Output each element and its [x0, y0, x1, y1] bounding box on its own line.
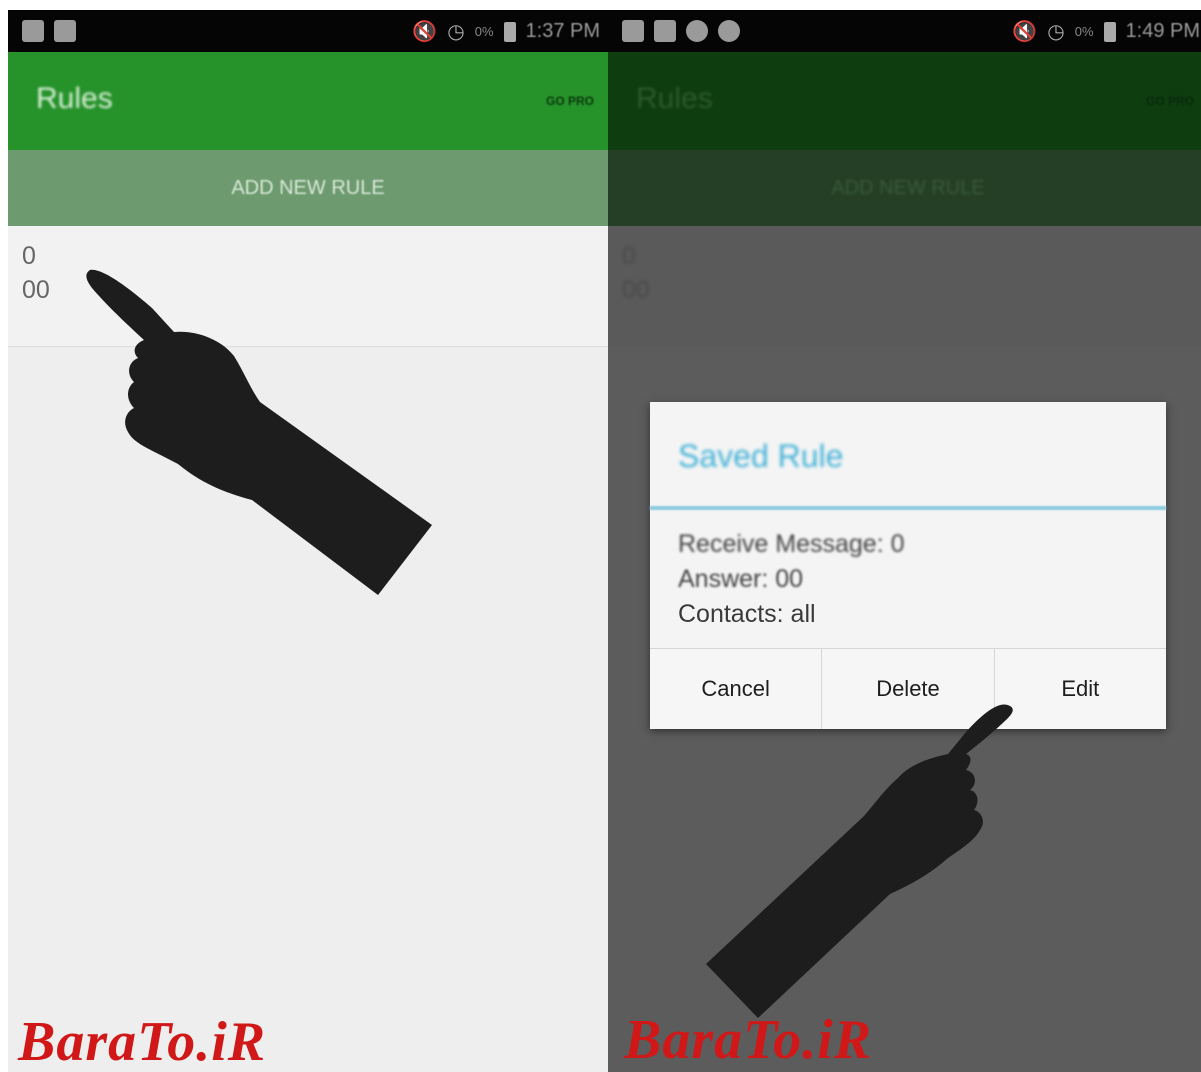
add-new-rule-button[interactable]: ADD NEW RULE	[608, 150, 1201, 226]
dialog-divider	[650, 506, 1166, 510]
dialog-answer: Answer: 00	[678, 565, 804, 593]
app-bar: Rules GO PRO	[8, 52, 608, 150]
mute-icon: 🔇	[412, 20, 438, 43]
app-title: Rules	[36, 82, 113, 115]
alarm-icon: ◷	[1047, 20, 1065, 43]
add-new-rule-label: ADD NEW RULE	[831, 176, 985, 199]
dialog-contacts: Contacts: all	[678, 600, 816, 628]
app-title: Rules	[636, 82, 713, 115]
notification-icon	[622, 20, 644, 42]
pointing-hand-icon	[86, 269, 432, 595]
go-pro-button[interactable]: GO PRO	[1146, 94, 1194, 108]
alarm-icon: ◷	[447, 20, 465, 43]
notification-icon	[54, 20, 76, 42]
battery-icon	[1103, 21, 1116, 42]
add-new-rule-button[interactable]: ADD NEW RULE	[8, 150, 608, 226]
dialog-title: Saved Rule	[678, 438, 844, 474]
status-time: 1:37 PM	[525, 20, 600, 42]
add-new-rule-label: ADD NEW RULE	[231, 176, 385, 199]
notification-icon	[22, 20, 44, 42]
right-screen: 🔇 ◷ 0% 1:49 PM Rules GO PRO ADD NEW RULE…	[608, 10, 1201, 1072]
rule-answer: 00	[22, 276, 50, 304]
notification-icon	[686, 20, 708, 42]
rule-answer: 00	[622, 276, 650, 304]
notification-icon	[654, 20, 676, 42]
pointing-hand-icon	[706, 704, 1013, 1018]
battery-percent: 0%	[474, 24, 494, 39]
mute-icon: 🔇	[1012, 20, 1038, 43]
watermark: BaraTo.iR	[18, 1011, 267, 1072]
left-screen: 🔇 ◷ 0% 1:37 PM Rules GO PRO ADD NEW RULE…	[8, 10, 608, 1072]
battery-icon	[503, 21, 516, 42]
status-bar: 🔇 ◷ 0% 1:37 PM	[8, 10, 608, 52]
rule-message: 0	[22, 242, 36, 270]
saved-rule-dialog: Saved Rule Receive Message: 0 Answer: 00…	[650, 402, 1166, 729]
status-bar: 🔇 ◷ 0% 1:49 PM	[608, 10, 1201, 52]
battery-percent: 0%	[1074, 24, 1094, 39]
status-time: 1:49 PM	[1125, 20, 1200, 42]
notification-icon	[718, 20, 740, 42]
dialog-receive-message: Receive Message: 0	[678, 530, 905, 558]
app-bar: Rules GO PRO	[608, 52, 1201, 150]
watermark: BaraTo.iR	[624, 1009, 873, 1071]
rule-message: 0	[622, 242, 636, 270]
go-pro-button[interactable]: GO PRO	[546, 94, 594, 108]
rule-list-item: 0 00	[608, 226, 1201, 346]
